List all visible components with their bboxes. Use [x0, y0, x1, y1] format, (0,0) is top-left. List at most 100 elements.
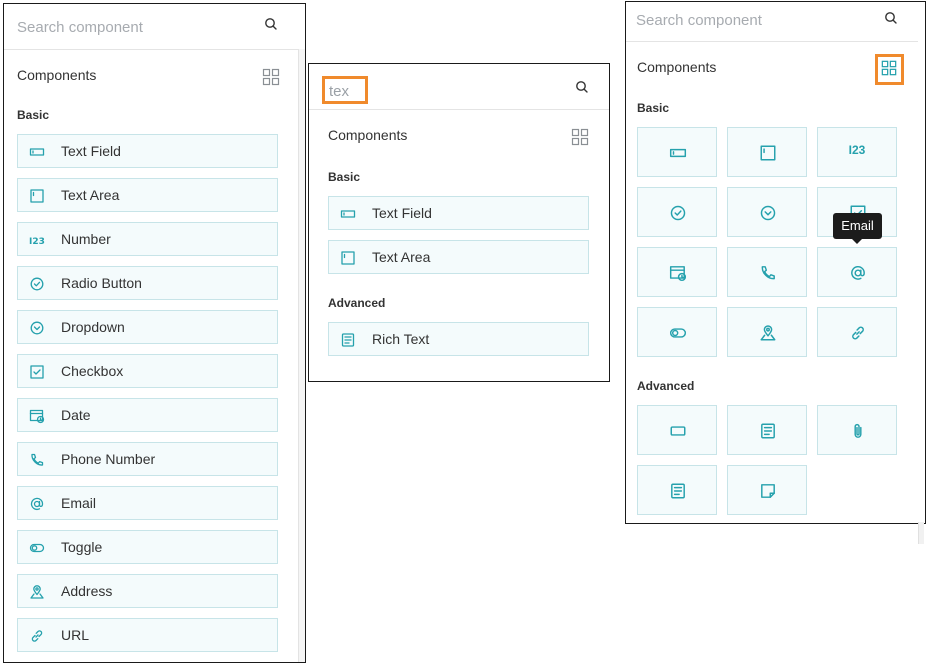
- tile-text-field[interactable]: [637, 127, 717, 177]
- group-label-advanced: Advanced: [328, 296, 386, 310]
- dropdown-icon: [30, 321, 44, 335]
- rich-text-icon: [341, 333, 355, 347]
- list-item-text-area[interactable]: Text Area: [328, 240, 589, 274]
- tile-advanced-5[interactable]: [727, 465, 807, 515]
- list-item-checkbox[interactable]: Checkbox: [17, 354, 278, 388]
- tile-date[interactable]: [637, 247, 717, 297]
- checkbox-icon: [30, 365, 44, 379]
- phone-icon: [761, 266, 775, 280]
- tile-advanced-4[interactable]: [637, 465, 717, 515]
- url-icon: [31, 630, 43, 642]
- search-icon[interactable]: [884, 11, 898, 25]
- tooltip-arrow: [851, 238, 863, 244]
- item-label: URL: [61, 627, 90, 643]
- text-area-icon: [760, 145, 776, 161]
- date-icon: [669, 266, 687, 282]
- list-item-email[interactable]: Email: [17, 486, 278, 520]
- item-label: Email: [61, 495, 97, 511]
- grid-view-icon[interactable]: [881, 60, 897, 76]
- search-icon[interactable]: [575, 80, 589, 94]
- rich-text-icon: [761, 423, 775, 439]
- item-label: Checkbox: [61, 363, 124, 379]
- list-item-phone-number[interactable]: Phone Number: [17, 442, 278, 476]
- list-item-text-field[interactable]: Text Field: [328, 196, 589, 230]
- components-title: Components: [17, 67, 97, 83]
- sticky-note-icon: [761, 484, 775, 498]
- address-icon: [30, 585, 44, 599]
- scrollbar[interactable]: [298, 49, 305, 662]
- svg-text:I23: I23: [29, 237, 45, 247]
- group-label-basic: Basic: [637, 101, 670, 115]
- address-icon: [760, 325, 776, 341]
- components-header: Components: [4, 62, 296, 90]
- item-label: Text Field: [372, 205, 432, 221]
- search-input[interactable]: [329, 82, 365, 100]
- component-panel-search: Components Basic Text Field Text Area Ad…: [308, 63, 610, 382]
- search-bar: [4, 4, 298, 50]
- components-title: Components: [637, 59, 717, 75]
- item-label: Radio Button: [61, 275, 142, 291]
- tile-number[interactable]: I23: [817, 127, 897, 177]
- page-scrollbar[interactable]: [918, 522, 924, 544]
- list-item-text-area[interactable]: Text Area: [17, 178, 278, 212]
- email-tooltip: Email: [833, 213, 882, 239]
- group-label-basic: Basic: [17, 108, 50, 122]
- tile-advanced-3[interactable]: [817, 405, 897, 455]
- tile-text-area[interactable]: [727, 127, 807, 177]
- text-field-icon: [669, 148, 687, 158]
- item-label: Text Area: [61, 187, 120, 203]
- dropdown-icon: [760, 205, 776, 221]
- components-title: Components: [328, 127, 408, 143]
- email-icon: [851, 265, 865, 280]
- toggle-icon: [29, 543, 45, 553]
- component-panel-grid: Components Basic I23: [625, 1, 926, 524]
- radio-button-icon: [30, 277, 44, 291]
- tile-dropdown[interactable]: [727, 187, 807, 237]
- tile-phone-number[interactable]: [727, 247, 807, 297]
- number-icon: I23: [848, 143, 866, 157]
- grid-view-icon[interactable]: [571, 128, 589, 146]
- search-bar: [309, 64, 609, 110]
- tile-advanced-1[interactable]: [637, 405, 717, 455]
- url-icon: [852, 326, 864, 340]
- list-item-number[interactable]: I23 Number: [17, 222, 278, 256]
- item-label: Dropdown: [61, 319, 125, 335]
- components-header: Components: [309, 122, 601, 150]
- list-item-toggle[interactable]: Toggle: [17, 530, 278, 564]
- list-item-rich-text[interactable]: Rich Text: [328, 322, 589, 356]
- group-label-advanced: Advanced: [637, 379, 695, 393]
- tile-address[interactable]: [727, 307, 807, 357]
- rich-text-icon: [671, 483, 685, 499]
- text-area-icon: [341, 251, 355, 265]
- list-item-date[interactable]: Date: [17, 398, 278, 432]
- search-icon[interactable]: [264, 17, 278, 31]
- grid-toggle-highlight[interactable]: [875, 54, 904, 85]
- item-label: Address: [61, 583, 113, 599]
- item-label: Toggle: [61, 539, 103, 555]
- list-item-radio-button[interactable]: Radio Button: [17, 266, 278, 300]
- grid-view-icon[interactable]: [262, 68, 280, 86]
- radio-button-icon: [670, 205, 686, 221]
- search-input-highlight[interactable]: [322, 76, 368, 104]
- list-item-dropdown[interactable]: Dropdown: [17, 310, 278, 344]
- search-input[interactable]: [636, 9, 866, 31]
- list-item-address[interactable]: Address: [17, 574, 278, 608]
- group-label-basic: Basic: [328, 170, 361, 184]
- tile-email[interactable]: [817, 247, 897, 297]
- list-item-text-field[interactable]: Text Field: [17, 134, 278, 168]
- search-input[interactable]: [17, 16, 247, 38]
- text-field-icon: [340, 210, 356, 218]
- search-bar: [626, 2, 918, 42]
- item-label: Text Field: [61, 143, 121, 159]
- paperclip-icon: [854, 423, 862, 438]
- item-label: Number: [61, 231, 111, 247]
- tile-url[interactable]: [817, 307, 897, 357]
- text-field-icon: [29, 148, 45, 156]
- tile-advanced-2[interactable]: [727, 405, 807, 455]
- list-item-url[interactable]: URL: [17, 618, 278, 652]
- tile-toggle[interactable]: [637, 307, 717, 357]
- item-label: Phone Number: [61, 451, 156, 467]
- date-icon: [29, 409, 45, 424]
- tile-radio-button[interactable]: [637, 187, 717, 237]
- item-label: Text Area: [372, 249, 431, 265]
